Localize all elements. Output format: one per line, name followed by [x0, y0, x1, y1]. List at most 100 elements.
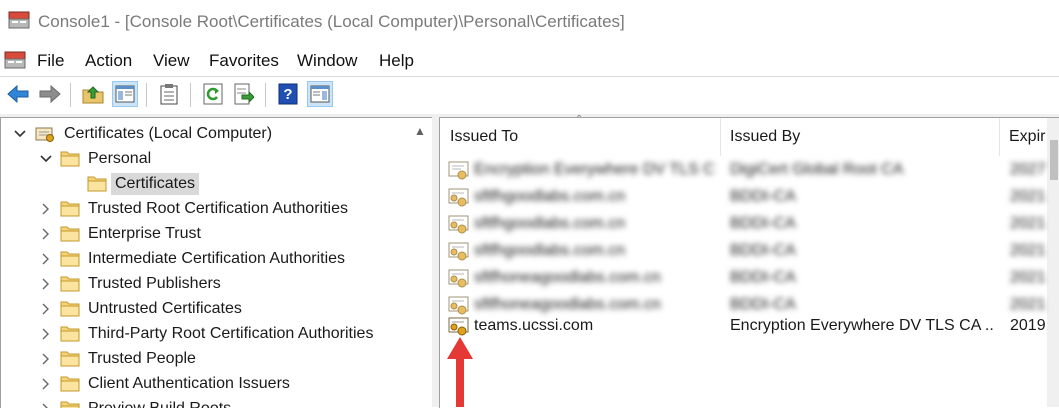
toolbar-separator: [265, 83, 266, 107]
tree-node-enterprise-trust[interactable]: Enterprise Trust: [38, 221, 201, 246]
cell-issued-to: sftfhgoodlabs.com.cn: [474, 188, 714, 206]
certificate-key-icon: [448, 316, 470, 336]
tree-node-personal[interactable]: Personal: [38, 146, 151, 171]
folder-icon: [60, 350, 80, 367]
menu-action[interactable]: Action: [85, 51, 132, 71]
certificate-row[interactable]: sftfhgoodlabs.com.cn BDDI-CA 2021: [440, 183, 1047, 210]
folder-icon: [87, 175, 107, 192]
certificate-key-icon: [448, 187, 470, 207]
cell-expiration: 2021: [1010, 188, 1047, 206]
tree-node-third-party-root-ca[interactable]: Third-Party Root Certification Authoriti…: [38, 321, 373, 346]
window-title: Console1 - [Console Root\Certificates (L…: [38, 12, 625, 32]
clipboard-button[interactable]: [156, 81, 182, 107]
back-button[interactable]: [5, 81, 31, 107]
list-scrollbar-thumb[interactable]: [1050, 140, 1058, 180]
cell-issued-by: BDDI-CA: [730, 242, 990, 260]
toolbar: ?: [0, 77, 1059, 112]
show-action-pane-icon: [310, 85, 330, 103]
show-hide-console-tree-button[interactable]: [112, 81, 138, 107]
list-header: Issued To Issued By Expir: [440, 118, 1059, 156]
scroll-up-arrow-icon[interactable]: ▲: [414, 124, 426, 138]
tree-label: Third-Party Root Certification Authoriti…: [88, 325, 373, 343]
show-action-pane-button[interactable]: [307, 81, 333, 107]
back-arrow-icon: [7, 85, 29, 103]
folder-icon: [60, 375, 80, 392]
tree-node-personal-certificates[interactable]: Certificates: [87, 171, 199, 196]
certificate-row-teams[interactable]: teams.ucssi.com Encryption Everywhere DV…: [440, 312, 1047, 339]
svg-text:?: ?: [283, 86, 292, 103]
cell-issued-by: BDDI-CA: [730, 269, 990, 287]
folder-icon: [60, 200, 80, 217]
tree-node-trusted-people[interactable]: Trusted People: [38, 346, 196, 371]
help-icon: ?: [278, 83, 298, 105]
cell-expiration: 2021: [1010, 242, 1047, 260]
up-one-level-button[interactable]: [80, 81, 106, 107]
chevron-right-icon[interactable]: [38, 326, 54, 342]
cell-issued-by: DigiCert Global Root CA: [730, 161, 990, 179]
tree-label: Trusted People: [88, 350, 196, 368]
certificate-key-icon: [448, 268, 470, 288]
export-list-button[interactable]: [231, 81, 257, 107]
chevron-right-icon[interactable]: [38, 276, 54, 292]
tree-node-trusted-publishers[interactable]: Trusted Publishers: [38, 271, 221, 296]
tree-node-certificates-local-computer[interactable]: Certificates (Local Computer): [12, 121, 272, 146]
tree-node-preview-build-roots[interactable]: Preview Build Roots: [38, 396, 231, 408]
chevron-right-icon[interactable]: [38, 226, 54, 242]
cell-issued-by: Encryption Everywhere DV TLS CA ...: [730, 317, 995, 335]
export-list-icon: [234, 83, 254, 105]
tree-node-untrusted-certificates[interactable]: Untrusted Certificates: [38, 296, 242, 321]
cell-expiration: 2021: [1010, 269, 1047, 287]
chevron-right-icon[interactable]: [38, 376, 54, 392]
tree-node-intermediate-ca[interactable]: Intermediate Certification Authorities: [38, 246, 345, 271]
cell-issued-by: BDDI-CA: [730, 215, 990, 233]
console-tree-pane[interactable]: Certificates (Local Computer) Personal C…: [0, 117, 432, 408]
folder-icon: [60, 275, 80, 292]
chevron-right-icon[interactable]: [38, 201, 54, 217]
menu-help[interactable]: Help: [379, 51, 414, 71]
refresh-icon: [203, 83, 223, 105]
tree-label-selected: Certificates: [111, 173, 199, 195]
tree-scrollbar[interactable]: ▲: [410, 118, 431, 407]
menu-window[interactable]: Window: [297, 51, 357, 71]
tree-node-client-authentication-issuers[interactable]: Client Authentication Issuers: [38, 371, 290, 396]
chevron-down-icon[interactable]: [38, 151, 54, 167]
cell-issued-to: teams.ucssi.com: [474, 317, 714, 335]
console-menu-icon[interactable]: [4, 49, 26, 71]
tree-label: Personal: [88, 150, 151, 168]
tree-label: Enterprise Trust: [88, 225, 201, 243]
tree-label: Client Authentication Issuers: [88, 375, 290, 393]
help-button[interactable]: ?: [275, 81, 301, 107]
chevron-right-icon[interactable]: [38, 251, 54, 267]
chevron-down-icon[interactable]: [12, 126, 28, 142]
chevron-right-icon[interactable]: [38, 301, 54, 317]
toolbar-separator: [70, 83, 71, 107]
title-bar: Console1 - [Console Root\Certificates (L…: [0, 0, 1059, 44]
certificate-row[interactable]: sftfhoneagoodlabs.com.cn BDDI-CA 2021: [440, 264, 1047, 291]
cell-issued-to: sftfhgoodlabs.com.cn: [474, 215, 714, 233]
certificate-row[interactable]: sftfhgoodlabs.com.cn BDDI-CA 2021: [440, 210, 1047, 237]
cell-issued-by: BDDI-CA: [730, 188, 990, 206]
up-folder-icon: [82, 84, 104, 104]
refresh-button[interactable]: [200, 81, 226, 107]
tree-label: Trusted Publishers: [88, 275, 221, 293]
column-issued-by[interactable]: Issued By: [720, 118, 999, 156]
cell-issued-to: sftfhgoodlabs.com.cn: [474, 242, 714, 260]
folder-icon: [60, 225, 80, 242]
tree-label: Intermediate Certification Authorities: [88, 250, 345, 268]
cell-issued-to: Encryption Everywhere DV TLS C...: [474, 161, 714, 179]
sort-ascending-icon: ⌃: [575, 114, 583, 125]
cell-expiration: 2027: [1010, 161, 1047, 179]
menu-view[interactable]: View: [153, 51, 190, 71]
certificate-row[interactable]: sftfhgoodlabs.com.cn BDDI-CA 2021: [440, 237, 1047, 264]
column-expiration[interactable]: Expir: [999, 118, 1047, 156]
menu-file[interactable]: File: [37, 51, 64, 71]
cell-expiration: 2019: [1010, 317, 1047, 335]
forward-button[interactable]: [37, 81, 63, 107]
chevron-right-icon[interactable]: [38, 351, 54, 367]
certificate-row[interactable]: Encryption Everywhere DV TLS C... DigiCe…: [440, 156, 1047, 183]
folder-icon: [60, 150, 80, 167]
menu-favorites[interactable]: Favorites: [209, 51, 279, 71]
toolbar-separator: [146, 83, 147, 107]
tree-label: Trusted Root Certification Authorities: [88, 200, 348, 218]
tree-node-trusted-root-ca[interactable]: Trusted Root Certification Authorities: [38, 196, 348, 221]
